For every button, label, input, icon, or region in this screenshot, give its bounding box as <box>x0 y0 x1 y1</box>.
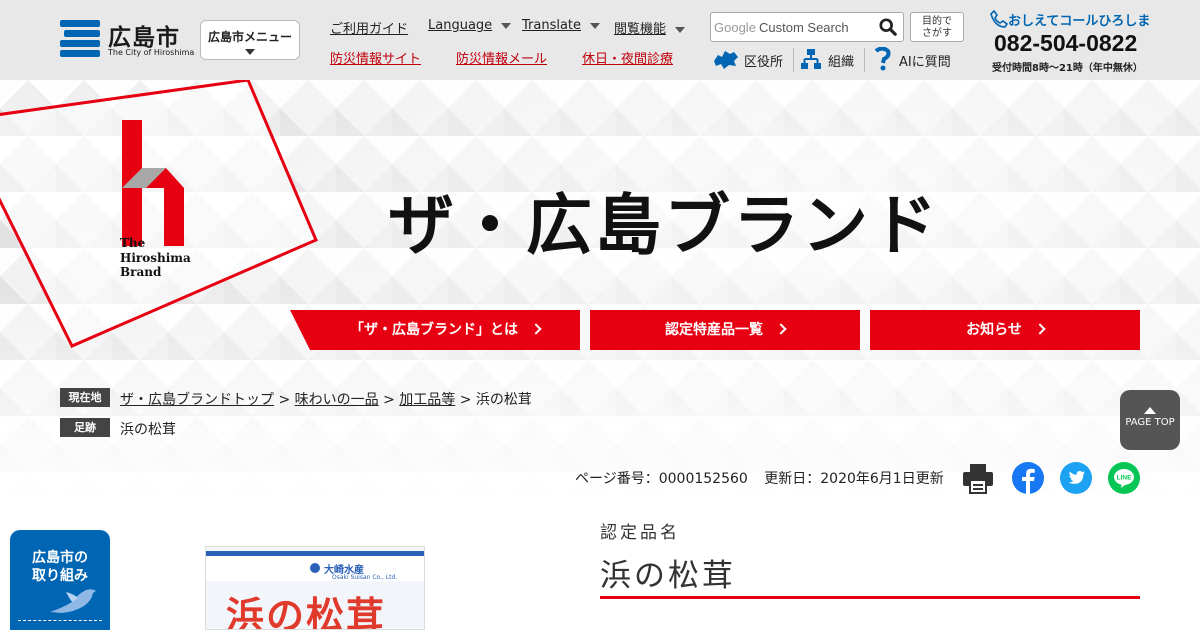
breadcrumb-separator: > <box>383 392 395 408</box>
breadcrumb-current-label: 現在地 <box>60 388 110 407</box>
package-product-name: 浜の松茸 <box>226 593 387 630</box>
search-input[interactable] <box>714 17 874 37</box>
org-chart-icon <box>801 49 821 69</box>
footprint-label: 足跡 <box>60 418 110 437</box>
call-center-number[interactable]: 082-504-0822 <box>994 30 1137 57</box>
page-top-button[interactable]: PAGE TOP <box>1120 390 1180 450</box>
caret-down-icon <box>245 49 255 55</box>
dove-icon <box>50 589 96 613</box>
breadcrumb-link-kakouhin[interactable]: 加工品等 <box>399 392 455 408</box>
brand-logo-text: The Hiroshima Brand <box>120 236 191 280</box>
page-top-label: PAGE TOP <box>1125 417 1175 428</box>
search-by-purpose-button[interactable]: 目的で さがす <box>910 12 964 42</box>
chevron-right-icon <box>530 323 542 335</box>
site-search: Google Custom Search <box>710 12 904 42</box>
print-icon[interactable] <box>962 462 994 494</box>
banner-line: 取り組み <box>32 568 88 584</box>
call-center-title: おしえてコールひろしま <box>1008 14 1151 29</box>
nav-accessibility-dropdown[interactable]: 閲覧機能 <box>614 18 686 37</box>
nav-guide-link[interactable]: ご利用ガイド <box>330 18 408 37</box>
logo-subtitle: The City of Hiroshima <box>108 48 195 57</box>
product-photo: 大崎水産 Osaki Suisan Co., Ltd. 浜の松茸 <box>205 546 425 630</box>
nav-disaster-mail-link[interactable]: 防災情報メール <box>456 48 547 67</box>
caret-down-icon <box>590 22 601 29</box>
breadcrumb-separator: > <box>278 392 291 408</box>
banner-line: 広島市の <box>32 550 88 566</box>
search-icon[interactable] <box>879 18 897 36</box>
hero-banner: The Hiroshima Brand ザ・広島ブランド 「ザ・広島ブランド」と… <box>0 80 1200 500</box>
breadcrumb-link-ajiwai[interactable]: 味わいの一品 <box>295 392 379 408</box>
chevron-right-icon <box>1034 323 1046 335</box>
page-title: ザ・広島ブランド <box>388 186 940 264</box>
breadcrumb-separator: > <box>459 392 472 408</box>
brand-text-line: Hiroshima <box>120 250 191 265</box>
breadcrumb-current: 浜の松茸 <box>475 392 532 408</box>
brand-text-line: The <box>120 236 146 250</box>
purpose-label-2: さがす <box>922 28 952 39</box>
maker-emblem-icon <box>310 563 320 573</box>
phone-icon <box>990 10 1008 28</box>
certified-product-name: 浜の松茸 <box>600 558 736 594</box>
question-icon <box>874 47 891 71</box>
line-icon[interactable]: LINE <box>1108 462 1140 494</box>
divider <box>793 48 794 72</box>
organization-link[interactable]: 組織 <box>800 46 858 72</box>
line-logo-text: LINE <box>1117 475 1132 482</box>
city-logo[interactable]: 広島市 The City of Hiroshima <box>60 18 194 62</box>
news-button[interactable]: お知らせ <box>870 310 1140 350</box>
twitter-icon[interactable] <box>1060 462 1092 494</box>
city-menu-button[interactable]: 広島市メニュー <box>200 20 300 60</box>
page-meta: ページ番号：0000152560 更新日：2020年6月1日更新 <box>575 468 944 488</box>
nav-emergency-clinic-link[interactable]: 休日・夜間診療 <box>582 48 673 67</box>
ward-office-link[interactable]: 区役所 <box>712 46 784 72</box>
nav-disaster-site-link[interactable]: 防災情報サイト <box>330 48 421 67</box>
site-header: 広島市 The City of Hiroshima 広島市メニュー ご利用ガイド… <box>0 0 1200 80</box>
city-menu-label: 広島市メニュー <box>207 30 292 44</box>
title-underline <box>600 596 1140 599</box>
package-maker-en: Osaki Suisan Co., Ltd. <box>332 574 398 581</box>
divider <box>864 48 865 72</box>
certified-name-label: 認定品名 <box>600 523 680 543</box>
ward-map-icon <box>714 51 738 69</box>
ai-question-link[interactable]: AIに質問 <box>872 46 956 72</box>
city-emblem-icon <box>60 20 100 58</box>
arrow-up-icon <box>1144 407 1156 414</box>
nav-translate-dropdown[interactable]: Translate <box>522 18 601 36</box>
caret-down-icon <box>675 26 686 33</box>
breadcrumb-link-top[interactable]: ザ・広島ブランドトップ <box>120 392 274 408</box>
about-brand-button[interactable]: 「ザ・広島ブランド」とは <box>290 310 580 350</box>
page-number: ページ番号：0000152560 <box>575 471 748 487</box>
updated-date: 更新日：2020年6月1日更新 <box>764 471 944 487</box>
certified-products-button[interactable]: 認定特産品一覧 <box>590 310 860 350</box>
chevron-right-icon <box>775 323 787 335</box>
purpose-label-1: 目的で <box>922 16 952 27</box>
facebook-icon[interactable] <box>1012 462 1044 494</box>
call-center-hours: 受付時間8時～21時（年中無休） <box>992 63 1143 74</box>
banner-divider <box>18 620 102 621</box>
caret-down-icon <box>501 22 512 29</box>
city-initiatives-banner[interactable]: 広島市の 取り組み <box>10 530 110 630</box>
nav-language-dropdown[interactable]: Language <box>428 18 512 36</box>
logo-title: 広島市 <box>108 25 180 51</box>
brand-text-line: Brand <box>120 265 162 279</box>
breadcrumb: ザ・広島ブランドトップ > 味わいの一品 > 加工品等 > 浜の松茸 <box>120 389 532 409</box>
footprint-item[interactable]: 浜の松茸 <box>120 419 176 439</box>
